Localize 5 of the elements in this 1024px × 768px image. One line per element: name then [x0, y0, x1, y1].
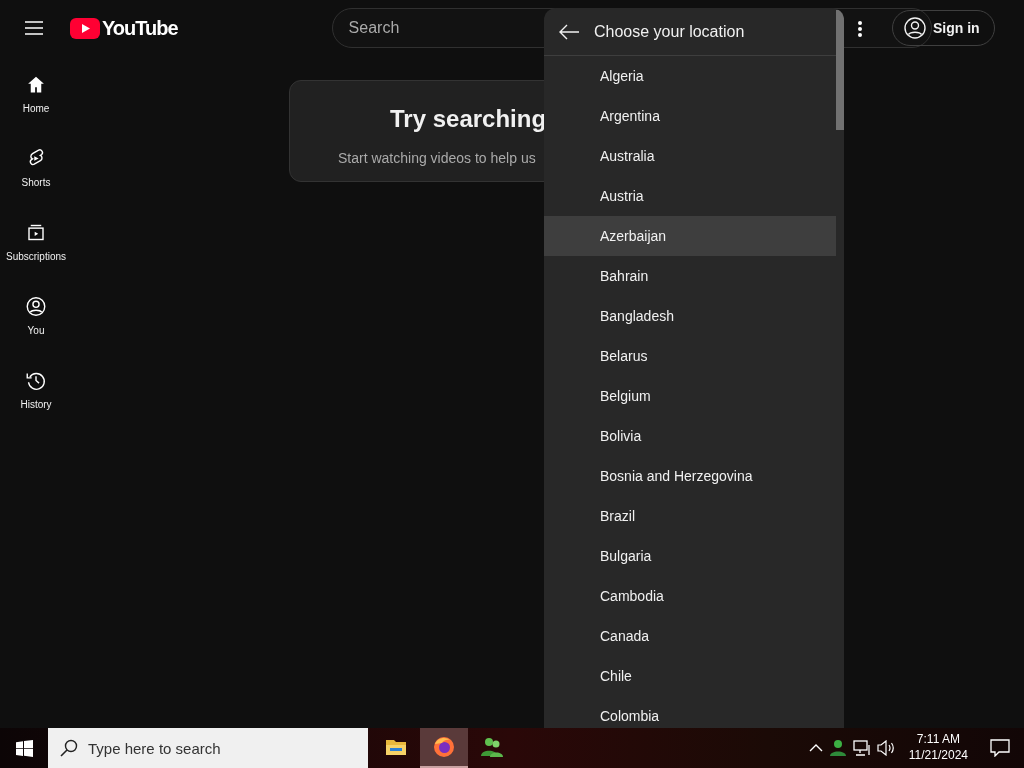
clock-time: 7:11 AM — [916, 732, 960, 748]
clock-date: 11/21/2024 — [908, 748, 968, 764]
prompt-title: Try searching — [390, 105, 547, 134]
prompt-text: Start watching videos to help us — [338, 148, 536, 168]
menu-title: Choose your location — [594, 21, 745, 42]
